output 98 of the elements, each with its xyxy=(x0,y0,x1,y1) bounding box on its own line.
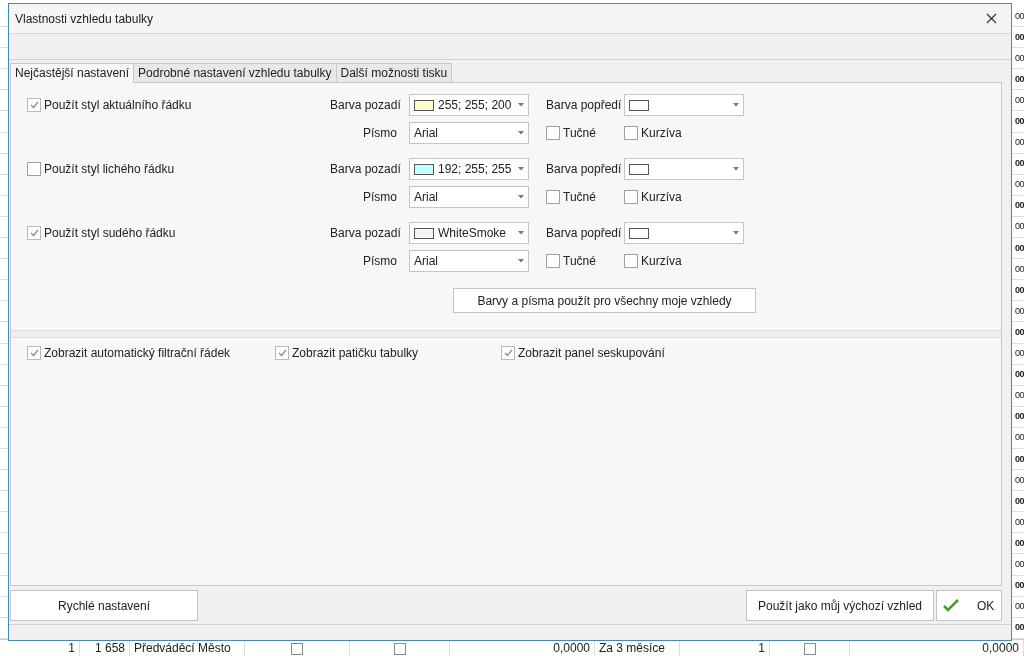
table-cell-text: 00 xyxy=(1014,73,1024,85)
table-cell-text: 00 xyxy=(1014,284,1024,296)
color-dropdown[interactable] xyxy=(624,158,744,180)
field-label: Písmo xyxy=(362,254,398,268)
checkbox-label: Tučné xyxy=(563,126,596,140)
table-cell-text: 00 xyxy=(1014,516,1024,528)
field-label: Barva popředí xyxy=(546,226,623,240)
checkbox-label: Tučné xyxy=(563,190,596,204)
field-label: Písmo xyxy=(362,190,398,204)
table-cell-text: 00 xyxy=(1014,348,1024,360)
caret-icon xyxy=(518,131,524,135)
checkbox[interactable] xyxy=(393,642,406,655)
field-label: Barva pozadí xyxy=(330,98,402,112)
font-dropdown[interactable]: Arial xyxy=(409,186,529,208)
table-cell-text: 00 xyxy=(1014,242,1024,254)
table-cell-text: 00 xyxy=(1014,537,1024,549)
checkbox[interactable] xyxy=(291,642,303,655)
color-dropdown[interactable]: 192; 255; 255 xyxy=(409,158,529,180)
table-cell-text: 00 xyxy=(1014,263,1024,275)
table-cell-text: 00 xyxy=(1014,137,1024,149)
table-cell-text: 00 xyxy=(1014,622,1024,634)
tab[interactable]: Podrobné nastavení vzhledu tabulky xyxy=(133,63,337,83)
caret-icon xyxy=(518,259,524,263)
table-cell-text: 00 xyxy=(1014,369,1024,381)
table-cell-text: 00 xyxy=(1014,158,1024,170)
color-swatch xyxy=(629,227,649,239)
checkbox-label: Zobrazit panel seskupování xyxy=(518,346,665,360)
caret-icon xyxy=(733,103,739,107)
table-cell-text: 00 xyxy=(1014,453,1024,465)
checkbox[interactable] xyxy=(624,254,638,268)
checkbox[interactable] xyxy=(546,254,560,268)
table-cell-text: 00 xyxy=(1014,580,1024,592)
font-dropdown[interactable]: Arial xyxy=(409,122,529,144)
table-cell-text: 00 xyxy=(1014,474,1024,486)
checkmark-icon xyxy=(943,599,959,612)
table-cell-text: 00 xyxy=(1014,601,1024,613)
checkbox-label: Použít styl aktuálního řádku xyxy=(44,98,192,112)
checkbox-label: Zobrazit patičku tabulky xyxy=(292,346,419,360)
checkbox-label: Kurzíva xyxy=(641,254,682,268)
table-cell-text: 00 xyxy=(1014,31,1024,43)
color-swatch xyxy=(629,163,649,175)
checkbox[interactable] xyxy=(546,126,560,140)
checkbox-label: Použít styl lichého řádku xyxy=(44,162,175,176)
checkbox-label: Zobrazit automatický filtrační řádek xyxy=(44,346,231,360)
color-dropdown[interactable]: WhiteSmoke xyxy=(409,222,529,244)
set-default-button[interactable]: Použít jako můj výchozí vzhled xyxy=(746,590,934,621)
checkbox[interactable] xyxy=(624,190,638,204)
field-label: Písmo xyxy=(362,126,398,140)
ok-button[interactable]: OK xyxy=(936,590,1002,621)
field-label: Barva pozadí xyxy=(330,162,402,176)
tab[interactable]: Další možnosti tisku xyxy=(335,63,453,83)
checkbox[interactable] xyxy=(27,226,41,240)
tab[interactable]: Nejčastější nastavení xyxy=(10,63,135,83)
caret-icon xyxy=(518,195,524,199)
table-cell-text: 00 xyxy=(1014,411,1024,423)
table-cell-text: 00 xyxy=(1014,221,1024,233)
checkbox[interactable] xyxy=(546,190,560,204)
table-cell-text: 00 xyxy=(1014,10,1024,22)
checkbox[interactable] xyxy=(27,346,41,360)
table-cell-text: 00 xyxy=(1014,305,1024,317)
checkbox[interactable] xyxy=(27,98,41,112)
close-button[interactable] xyxy=(984,11,999,26)
color-swatch xyxy=(629,99,649,111)
table-cell-text: 00 xyxy=(1014,116,1024,127)
table-cell-text: 00 xyxy=(1014,326,1024,338)
checkbox-label: Tučné xyxy=(563,254,596,268)
table-cell-text: 00 xyxy=(1014,495,1024,507)
close-icon xyxy=(986,13,997,24)
field-label: Barva popředí xyxy=(546,98,623,112)
checkbox-label: Použít styl sudého řádku xyxy=(44,226,176,240)
apply-all-button[interactable]: Barvy a písma použít pro všechny moje vzhledy xyxy=(453,288,756,313)
quick-settings-button[interactable]: Rychlé nastavení xyxy=(10,590,198,621)
checkbox[interactable] xyxy=(275,346,289,360)
caret-icon xyxy=(518,231,524,235)
table-cell-text: 00 xyxy=(1014,390,1024,402)
checkbox-label: Kurzíva xyxy=(641,190,682,204)
color-dropdown[interactable] xyxy=(624,222,744,244)
caret-icon xyxy=(518,167,524,171)
caret-icon xyxy=(733,231,739,235)
window-title: Vlastnosti vzhledu tabulky xyxy=(15,11,154,26)
field-label: Barva popředí xyxy=(546,162,623,176)
caret-icon xyxy=(518,103,524,107)
table-cell-text: 00 xyxy=(1014,52,1024,64)
field-label: Barva pozadí xyxy=(330,226,402,240)
caret-icon xyxy=(733,167,739,171)
checkbox[interactable] xyxy=(501,346,515,360)
table-cell-text: 00 xyxy=(1014,94,1024,106)
table-cell-text: 00 xyxy=(1014,200,1024,212)
checkbox[interactable] xyxy=(27,162,41,176)
table-cell-text: 00 xyxy=(1014,179,1024,191)
table-cell-text: 00 xyxy=(1014,559,1024,570)
checkbox[interactable] xyxy=(803,642,816,655)
checkbox-label: Kurzíva xyxy=(641,126,682,140)
font-dropdown[interactable]: Arial xyxy=(409,250,529,272)
checkbox[interactable] xyxy=(624,126,638,140)
table-cell-text: 00 xyxy=(1014,432,1024,444)
color-dropdown[interactable] xyxy=(624,94,744,116)
color-dropdown[interactable]: 255; 255; 200 xyxy=(409,94,529,116)
